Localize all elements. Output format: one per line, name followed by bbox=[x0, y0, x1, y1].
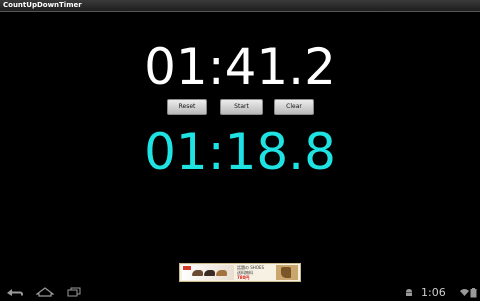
shoe-icon bbox=[204, 270, 215, 276]
title-bar: CountUpDownTimer bbox=[0, 0, 480, 12]
ad-banner[interactable]: 話題の SHOES 送料無料 780円 bbox=[179, 263, 301, 282]
reset-button[interactable]: Reset bbox=[167, 99, 207, 115]
shoe-icon bbox=[216, 270, 227, 276]
shoe-icon bbox=[192, 270, 203, 276]
count-up-timer-display: 01:41.2 bbox=[144, 38, 336, 96]
ad-text: 話題の SHOES 送料無料 780円 bbox=[237, 265, 277, 280]
start-button[interactable]: Start bbox=[220, 99, 263, 115]
back-arrow-icon[interactable] bbox=[5, 287, 25, 301]
home-icon[interactable] bbox=[35, 287, 55, 301]
android-icon bbox=[404, 288, 414, 300]
app-title: CountUpDownTimer bbox=[3, 1, 82, 9]
count-down-timer-display: 01:18.8 bbox=[144, 123, 336, 181]
battery-icon bbox=[470, 288, 477, 301]
ad-shoes-image bbox=[182, 265, 234, 280]
recent-apps-icon[interactable] bbox=[66, 287, 82, 301]
clear-button[interactable]: Clear bbox=[274, 99, 314, 115]
ad-price: 780円 bbox=[237, 275, 250, 280]
ad-tag-icon bbox=[183, 266, 191, 270]
status-clock: 1:06 bbox=[421, 286, 446, 299]
ad-boot-image bbox=[276, 265, 298, 280]
system-navigation-bar: 1:06 bbox=[0, 285, 480, 300]
wifi-icon bbox=[460, 288, 469, 300]
boot-icon bbox=[281, 267, 291, 278]
timer-controls: Reset Start Clear bbox=[167, 99, 314, 115]
